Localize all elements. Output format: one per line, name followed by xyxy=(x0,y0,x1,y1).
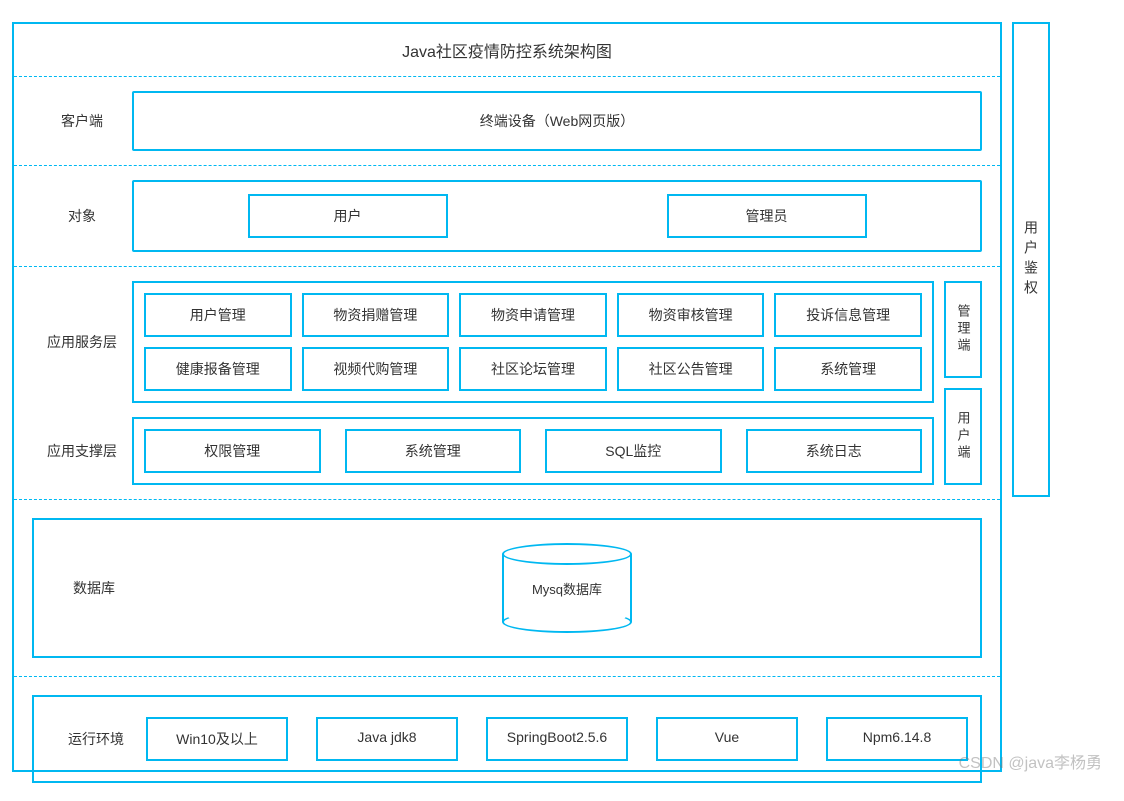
client-label: 客户端 xyxy=(32,91,132,151)
database-content: Mysq数据库 xyxy=(154,520,980,656)
env-win10: Win10及以上 xyxy=(146,717,288,761)
svc-system-mgmt: 系统管理 xyxy=(774,347,922,391)
svc-user-mgmt: 用户管理 xyxy=(144,293,292,337)
env-vue: Vue xyxy=(656,717,798,761)
env-npm: Npm6.14.8 xyxy=(826,717,968,761)
database-section: 数据库 Mysq数据库 xyxy=(14,500,1000,676)
sup-system-log: 系统日志 xyxy=(746,429,923,473)
database-label: 数据库 xyxy=(34,520,154,656)
cylinder-top xyxy=(502,543,632,565)
svc-health-mgmt: 健康报备管理 xyxy=(144,347,292,391)
client-item: 终端设备（Web网页版） xyxy=(146,105,968,137)
database-box: 数据库 Mysq数据库 xyxy=(32,518,982,658)
object-user: 用户 xyxy=(248,194,448,238)
side-admin: 管理端 xyxy=(944,281,982,378)
svc-notice-mgmt: 社区公告管理 xyxy=(617,347,765,391)
app-service-grid-2: 健康报备管理 视频代购管理 社区论坛管理 社区公告管理 系统管理 xyxy=(144,347,922,391)
object-admin: 管理员 xyxy=(667,194,867,238)
architecture-diagram-main: Java社区疫情防控系统架构图 客户端 终端设备（Web网页版） 对象 用户 管… xyxy=(12,22,1002,772)
cylinder-bottom xyxy=(502,611,632,633)
env-section: 运行环境 Win10及以上 Java jdk8 SpringBoot2.5.6 … xyxy=(14,677,1000,801)
user-auth-column: 用户鉴权 xyxy=(1012,22,1050,497)
side-column: 管理端 用户端 xyxy=(944,267,982,485)
app-service-row: 应用服务层 用户管理 物资捐赠管理 物资申请管理 物资审核管理 投诉信息管理 健… xyxy=(32,267,934,403)
svc-complaint-mgmt: 投诉信息管理 xyxy=(774,293,922,337)
client-content: 终端设备（Web网页版） xyxy=(132,91,982,151)
sup-permission: 权限管理 xyxy=(144,429,321,473)
watermark: CSDN @java李杨勇 xyxy=(959,749,1102,773)
side-user: 用户端 xyxy=(944,388,982,485)
app-support-grid: 权限管理 系统管理 SQL监控 系统日志 xyxy=(144,429,922,473)
svc-donation-mgmt: 物资捐赠管理 xyxy=(302,293,450,337)
svc-apply-mgmt: 物资申请管理 xyxy=(459,293,607,337)
svc-audit-mgmt: 物资审核管理 xyxy=(617,293,765,337)
env-jdk8: Java jdk8 xyxy=(316,717,458,761)
service-support-section: 应用服务层 用户管理 物资捐赠管理 物资申请管理 物资审核管理 投诉信息管理 健… xyxy=(14,267,1000,499)
app-service-label: 应用服务层 xyxy=(32,281,132,403)
svc-forum-mgmt: 社区论坛管理 xyxy=(459,347,607,391)
env-springboot: SpringBoot2.5.6 xyxy=(486,717,628,761)
client-row: 客户端 终端设备（Web网页版） xyxy=(14,77,1000,165)
env-items: Win10及以上 Java jdk8 SpringBoot2.5.6 Vue N… xyxy=(146,717,968,761)
sup-sql-monitor: SQL监控 xyxy=(545,429,722,473)
env-box: 运行环境 Win10及以上 Java jdk8 SpringBoot2.5.6 … xyxy=(32,695,982,783)
app-service-grid-1: 用户管理 物资捐赠管理 物资申请管理 物资审核管理 投诉信息管理 xyxy=(144,293,922,337)
app-support-label: 应用支撑层 xyxy=(32,417,132,485)
svc-video-mgmt: 视频代购管理 xyxy=(302,347,450,391)
object-row: 对象 用户 管理员 xyxy=(14,166,1000,266)
service-support-left: 应用服务层 用户管理 物资捐赠管理 物资申请管理 物资审核管理 投诉信息管理 健… xyxy=(32,267,934,485)
object-content: 用户 管理员 xyxy=(132,180,982,252)
app-support-row: 应用支撑层 权限管理 系统管理 SQL监控 系统日志 xyxy=(32,403,934,485)
env-label: 运行环境 xyxy=(46,729,146,749)
object-label: 对象 xyxy=(32,180,132,252)
app-service-content: 用户管理 物资捐赠管理 物资申请管理 物资审核管理 投诉信息管理 健康报备管理 … xyxy=(132,281,934,403)
app-support-content: 权限管理 系统管理 SQL监控 系统日志 xyxy=(132,417,934,485)
database-cylinder-icon: Mysq数据库 xyxy=(502,543,632,633)
diagram-title: Java社区疫情防控系统架构图 xyxy=(14,24,1000,76)
sup-system: 系统管理 xyxy=(345,429,522,473)
